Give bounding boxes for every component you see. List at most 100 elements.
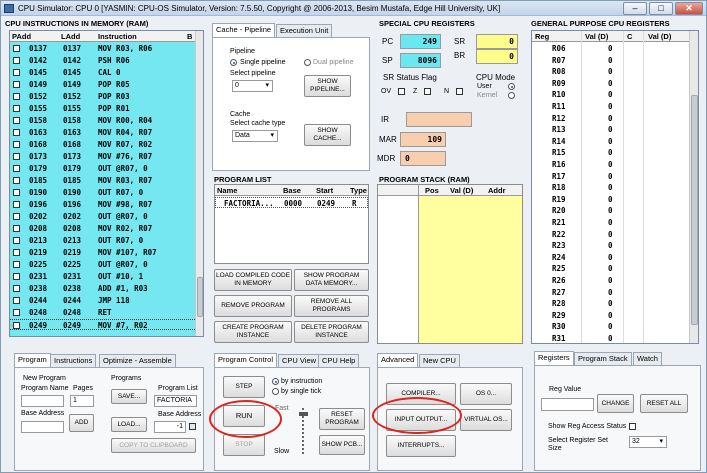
memory-row[interactable]: 0168 0168 MOV R07, R02: [10, 139, 195, 150]
single-pipeline-radio[interactable]: [230, 59, 237, 66]
tab-registers[interactable]: Registers: [534, 351, 574, 365]
register-row[interactable]: R26 0: [532, 275, 689, 286]
breakpoint-checkbox[interactable]: [13, 249, 20, 256]
memory-row-current[interactable]: ➝ 0249 0249 MOV #7, R02: [10, 319, 195, 330]
show-pipeline-button[interactable]: SHOW PIPELINE...: [304, 75, 351, 97]
user-mode-radio[interactable]: [508, 83, 515, 90]
register-row[interactable]: R08 0: [532, 66, 689, 77]
memory-scrollbar[interactable]: [195, 31, 203, 336]
register-row[interactable]: R17 0: [532, 171, 689, 182]
tab-advanced[interactable]: Advanced: [377, 353, 419, 367]
pages-stepper[interactable]: 1: [70, 395, 94, 407]
memory-row[interactable]: 0145 0145 CAL 0: [10, 67, 195, 78]
register-row[interactable]: R10 0: [532, 89, 689, 100]
tab-program-stack[interactable]: Program Stack: [574, 352, 632, 365]
by-tick-radio[interactable]: [272, 388, 279, 395]
register-row[interactable]: R13 0: [532, 124, 689, 135]
maximize-button[interactable]: □: [649, 2, 673, 15]
register-row[interactable]: R20 0: [532, 205, 689, 216]
step-button[interactable]: STEP: [223, 376, 265, 398]
register-row[interactable]: R14 0: [532, 136, 689, 147]
tab-watch[interactable]: Watch: [633, 352, 662, 365]
gp-registers-table[interactable]: Reg Val (D) C Val (D) R06 0 R07 0 R08 0 R09 0 R1…: [531, 30, 699, 344]
delete-program-instance-button[interactable]: DELETE PROGRAM INSTANCE: [294, 321, 369, 343]
register-row[interactable]: R16 0: [532, 159, 689, 170]
add-button[interactable]: ADD: [69, 414, 94, 432]
base-address2-input[interactable]: -1: [154, 421, 186, 433]
register-row[interactable]: R09 0: [532, 78, 689, 89]
register-row[interactable]: R21 0: [532, 217, 689, 228]
virtual-os-button[interactable]: VIRTUAL OS...: [460, 409, 512, 431]
gp-registers-scrollbar[interactable]: [689, 31, 698, 343]
pipeline-select[interactable]: 0 ▾: [232, 80, 273, 92]
memory-row[interactable]: 0137 0137 MOV R03, R06: [10, 43, 195, 54]
z-flag-checkbox[interactable]: [424, 88, 431, 95]
breakpoint-checkbox[interactable]: [13, 273, 20, 280]
breakpoint-checkbox[interactable]: [13, 297, 20, 304]
show-cache-button[interactable]: SHOW CACHE...: [304, 124, 351, 146]
show-pcb-button[interactable]: SHOW PCB...: [319, 435, 365, 455]
memory-row[interactable]: 0244 0244 JMP 118: [10, 295, 195, 306]
memory-row[interactable]: 0238 0238 ADD #1, R03: [10, 283, 195, 294]
memory-row[interactable]: 0219 0219 MOV #107, R07: [10, 247, 195, 258]
breakpoint-checkbox[interactable]: [13, 213, 20, 220]
memory-row[interactable]: 0196 0196 MOV #98, R07: [10, 199, 195, 210]
breakpoint-checkbox[interactable]: [13, 261, 20, 268]
memory-row[interactable]: 0155 0155 POP R01: [10, 103, 195, 114]
interrupts-button[interactable]: INTERRUPTS...: [386, 435, 456, 457]
breakpoint-checkbox[interactable]: [13, 45, 20, 52]
memory-row[interactable]: 0202 0202 OUT @R07, 0: [10, 211, 195, 222]
register-row[interactable]: R25 0: [532, 263, 689, 274]
program-list-row[interactable]: FACTORIA... 0000 0249 R: [215, 197, 368, 208]
tab-execution-unit[interactable]: Execution Unit: [276, 24, 333, 37]
program-list-table[interactable]: Name Base Start Type FACTORIA... 0000 02…: [214, 184, 369, 264]
kernel-mode-radio[interactable]: [508, 92, 515, 99]
save-button[interactable]: SAVE...: [111, 389, 147, 404]
show-access-checkbox[interactable]: [629, 423, 636, 430]
load-button[interactable]: LOAD...: [111, 417, 147, 432]
gp-scroll-thumb[interactable]: [691, 95, 698, 325]
os-button[interactable]: OS 0...: [460, 383, 512, 405]
breakpoint-checkbox[interactable]: [13, 153, 20, 160]
reg-value-input[interactable]: [541, 398, 594, 411]
tab-cpu-view[interactable]: CPU View: [278, 354, 321, 367]
register-row[interactable]: R27 0: [532, 287, 689, 298]
memory-row[interactable]: 0248 0248 RET: [10, 307, 195, 318]
breakpoint-checkbox[interactable]: [13, 81, 20, 88]
register-row[interactable]: R31 0: [532, 333, 689, 343]
copy-to-clipboard-button[interactable]: COPY TO CLIPBOARD: [111, 438, 196, 453]
breakpoint-checkbox[interactable]: [13, 201, 20, 208]
tab-instructions[interactable]: Instructions: [50, 354, 97, 367]
breakpoint-checkbox[interactable]: [13, 129, 20, 136]
tab-program-control[interactable]: Program Control: [214, 353, 278, 367]
memory-row[interactable]: 0190 0190 OUT R07, 0: [10, 187, 195, 198]
breakpoint-checkbox[interactable]: [13, 165, 20, 172]
memory-row[interactable]: 0179 0179 OUT @R07, 0: [10, 163, 195, 174]
register-row[interactable]: R15 0: [532, 147, 689, 158]
breakpoint-checkbox[interactable]: [13, 117, 20, 124]
reset-all-button[interactable]: RESET ALL: [640, 394, 688, 413]
register-row[interactable]: R07 0: [532, 55, 689, 66]
base-address-checkbox[interactable]: [189, 423, 196, 430]
memory-row[interactable]: 0152 0152 POP R03: [10, 91, 195, 102]
remove-program-button[interactable]: REMOVE PROGRAM: [214, 295, 292, 317]
tab-new-cpu[interactable]: New CPU: [419, 354, 460, 367]
memory-row[interactable]: 0158 0158 MOV R00, R04: [10, 115, 195, 126]
minimize-button[interactable]: –: [623, 2, 647, 15]
breakpoint-checkbox[interactable]: [13, 225, 20, 232]
reset-program-button[interactable]: RESET PROGRAM: [319, 408, 365, 430]
base-address-input[interactable]: [21, 421, 64, 433]
memory-list[interactable]: PAdd LAdd Instruction B 0137 0137 MOV R03,…: [9, 30, 204, 337]
breakpoint-checkbox[interactable]: [13, 177, 20, 184]
speed-slider-handle[interactable]: [299, 412, 308, 416]
memory-row[interactable]: 0208 0208 MOV R02, R07: [10, 223, 195, 234]
tab-optimize-assemble[interactable]: Optimize - Assemble: [99, 354, 176, 367]
breakpoint-checkbox[interactable]: [13, 69, 20, 76]
register-row[interactable]: R11 0: [532, 101, 689, 112]
breakpoint-checkbox[interactable]: [13, 237, 20, 244]
show-program-data-memory-button[interactable]: SHOW PROGRAM DATA MEMORY...: [294, 269, 369, 291]
register-row[interactable]: R18 0: [532, 182, 689, 193]
register-row[interactable]: R30 0: [532, 321, 689, 332]
memory-scroll-thumb[interactable]: [197, 277, 203, 317]
cache-type-select[interactable]: Data ▾: [232, 130, 278, 142]
